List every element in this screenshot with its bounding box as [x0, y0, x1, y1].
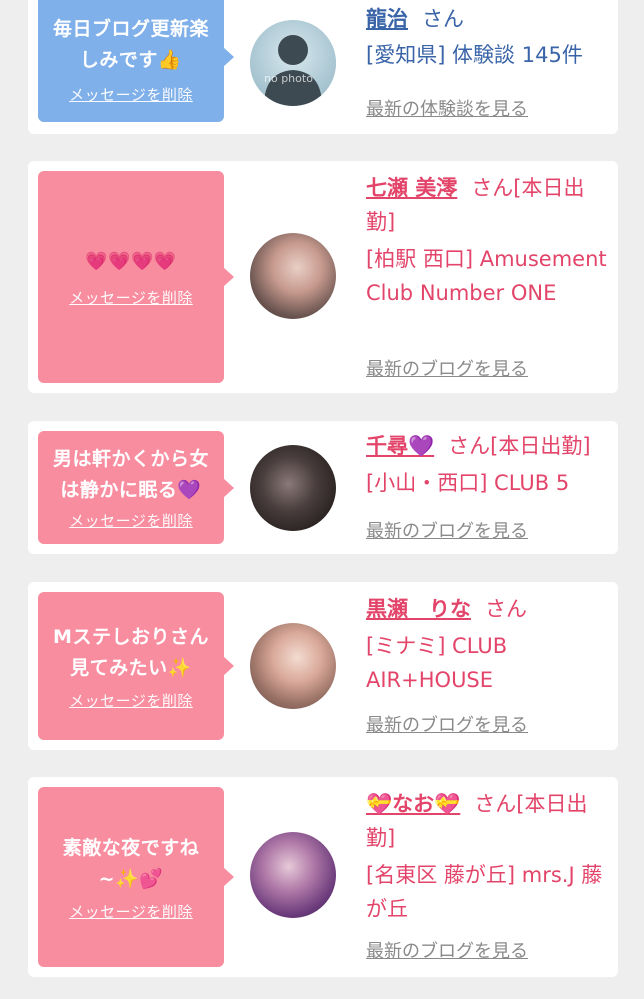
member-location: [愛知県] 体験談 145件: [366, 43, 583, 67]
cast-info: 七瀬 美澪 さん[本日出勤] [柏駅 西口] Amusement Club Num…: [366, 171, 612, 310]
message-bubble: 男は軒かくから女は静かに眠る💜 メッセージを削除: [38, 431, 234, 544]
cast-avatar[interactable]: [250, 233, 336, 319]
avatar-no-photo[interactable]: no photo: [250, 20, 336, 106]
message-bubble: Mステしおりさん見てみたい✨ メッセージを削除: [38, 592, 234, 740]
cast-shop: [柏駅 西口] Amusement Club Number ONE: [366, 247, 607, 305]
cast-avatar[interactable]: [250, 623, 336, 709]
message-bubble: 素敵な夜ですね~✨💕 メッセージを削除: [38, 787, 234, 967]
cast-name-link[interactable]: 💝なお💝: [366, 792, 460, 816]
pink-heart-icons: 💗💗💗💗: [85, 251, 177, 272]
cast-shop: [名東区 藤が丘] mrs.J 藤が丘: [366, 863, 603, 921]
delete-message-link[interactable]: メッセージを削除: [69, 690, 193, 711]
message-bubble: 毎日ブログ更新楽しみです👍 メッセージを削除: [38, 0, 234, 122]
message-bubble: 💗💗💗💗 メッセージを削除: [38, 171, 234, 383]
delete-message-link[interactable]: メッセージを削除: [69, 510, 193, 531]
delete-message-link[interactable]: メッセージを削除: [69, 901, 193, 922]
delete-message-link[interactable]: メッセージを削除: [69, 84, 193, 105]
member-name-link[interactable]: 龍治: [366, 7, 408, 31]
latest-review-link[interactable]: 最新の体験談を見る: [366, 95, 528, 121]
cast-info: 💝なお💝 さん[本日出勤] [名東区 藤が丘] mrs.J 藤が丘: [366, 787, 612, 926]
message-list: 毎日ブログ更新楽しみです👍 メッセージを削除 no photo 龍治 さん [愛知…: [0, 0, 644, 999]
message-text: 素敵な夜ですね~✨💕: [62, 836, 200, 890]
latest-blog-link[interactable]: 最新のブログを見る: [366, 355, 528, 381]
cast-name-link[interactable]: 千尋💜: [366, 434, 434, 458]
avatar-caption: no photo: [264, 72, 313, 85]
honorific-status: さん[本日出勤]: [448, 434, 591, 458]
message-text: 毎日ブログ更新楽しみです👍: [52, 17, 209, 71]
message-text: 💗💗💗💗: [85, 246, 177, 277]
cast-avatar[interactable]: [250, 445, 336, 531]
message-card: 素敵な夜ですね~✨💕 メッセージを削除 💝なお💝 さん[本日出勤] [名東区 藤が…: [28, 777, 618, 977]
message-text: 男は軒かくから女は静かに眠る💜: [52, 448, 209, 501]
message-card: 毎日ブログ更新楽しみです👍 メッセージを削除 no photo 龍治 さん [愛知…: [28, 0, 618, 134]
cast-name-link[interactable]: 黒瀬 りな: [366, 597, 471, 621]
message-card: Mステしおりさん見てみたい✨ メッセージを削除 黒瀬 りな さん [ミナミ] CL…: [28, 582, 618, 750]
delete-message-link[interactable]: メッセージを削除: [69, 287, 193, 308]
latest-blog-link[interactable]: 最新のブログを見る: [366, 517, 528, 543]
latest-blog-link[interactable]: 最新のブログを見る: [366, 711, 528, 737]
cast-avatar[interactable]: [250, 832, 336, 918]
cast-info: 黒瀬 りな さん [ミナミ] CLUB AIR+HOUSE: [366, 592, 612, 697]
latest-blog-link[interactable]: 最新のブログを見る: [366, 937, 528, 963]
message-card: 男は軒かくから女は静かに眠る💜 メッセージを削除 千尋💜 さん[本日出勤] [小山…: [28, 421, 618, 554]
honorific: さん: [485, 597, 527, 621]
cast-shop: [ミナミ] CLUB AIR+HOUSE: [366, 634, 508, 692]
message-card: 💗💗💗💗 メッセージを削除 七瀬 美澪 さん[本日出勤] [柏駅 西口] Amus…: [28, 161, 618, 393]
cast-shop: [小山・西口] CLUB 5: [366, 471, 570, 495]
member-info: 龍治 さん [愛知県] 体験談 145件: [366, 2, 612, 72]
person-silhouette-icon: [250, 20, 336, 106]
cast-name-link[interactable]: 七瀬 美澪: [366, 176, 457, 200]
honorific: さん: [422, 7, 464, 31]
cast-info: 千尋💜 さん[本日出勤] [小山・西口] CLUB 5: [366, 429, 612, 500]
message-text: Mステしおりさん見てみたい✨: [53, 625, 209, 679]
